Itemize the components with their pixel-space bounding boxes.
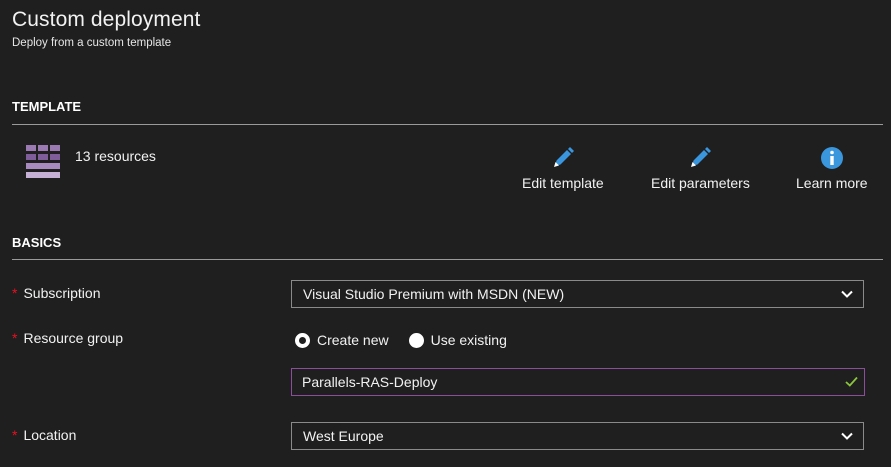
page-subtitle: Deploy from a custom template — [12, 37, 172, 49]
page-title: Custom deployment — [12, 8, 201, 31]
required-marker: * — [12, 330, 18, 346]
pencil-icon — [691, 147, 712, 167]
resource-group-label-text: Resource group — [23, 330, 124, 346]
edit-template-button[interactable]: Edit template — [522, 146, 604, 191]
template-section-header: TEMPLATE — [12, 99, 82, 114]
chevron-down-icon — [841, 432, 853, 440]
resources-count: 13 resources — [75, 148, 156, 164]
subscription-value: Visual Studio Premium with MSDN (NEW) — [303, 286, 565, 302]
template-divider — [12, 124, 883, 125]
location-label: * Location — [12, 427, 76, 443]
use-existing-label: Use existing — [430, 332, 507, 348]
basics-divider — [12, 259, 883, 260]
resource-group-name-input[interactable]: Parallels-RAS-Deploy — [291, 368, 865, 396]
pencil-icon — [553, 147, 574, 167]
chevron-down-icon — [841, 290, 853, 298]
radio-unselected-icon — [408, 332, 424, 348]
radio-selected-icon — [295, 332, 310, 348]
subscription-dropdown[interactable]: Visual Studio Premium with MSDN (NEW) — [291, 280, 864, 308]
edit-parameters-button[interactable]: Edit parameters — [651, 146, 750, 191]
learn-more-link[interactable]: Learn more — [796, 146, 868, 191]
required-marker: * — [12, 427, 18, 443]
required-marker: * — [12, 285, 18, 301]
custom-deployment-blade: Custom deployment Deploy from a custom t… — [0, 0, 891, 467]
edit-template-label: Edit template — [522, 175, 604, 191]
location-label-text: Location — [23, 427, 77, 443]
resource-group-name-value: Parallels-RAS-Deploy — [302, 374, 438, 390]
resource-group-label: * Resource group — [12, 330, 123, 346]
subscription-label: * Subscription — [12, 285, 101, 301]
subscription-label-text: Subscription — [23, 285, 101, 301]
basics-section-header: BASICS — [12, 235, 62, 250]
location-value: West Europe — [303, 428, 384, 444]
checkmark-icon — [845, 376, 858, 387]
create-new-radio[interactable]: Create new — [295, 332, 389, 348]
resource-grid-icon — [26, 145, 60, 178]
location-dropdown[interactable]: West Europe — [291, 422, 864, 450]
create-new-label: Create new — [317, 332, 389, 348]
resource-group-mode: Create new Use existing — [295, 332, 527, 348]
use-existing-radio[interactable]: Use existing — [408, 332, 507, 348]
info-icon — [820, 147, 843, 169]
learn-more-label: Learn more — [796, 175, 868, 191]
edit-parameters-label: Edit parameters — [651, 175, 750, 191]
